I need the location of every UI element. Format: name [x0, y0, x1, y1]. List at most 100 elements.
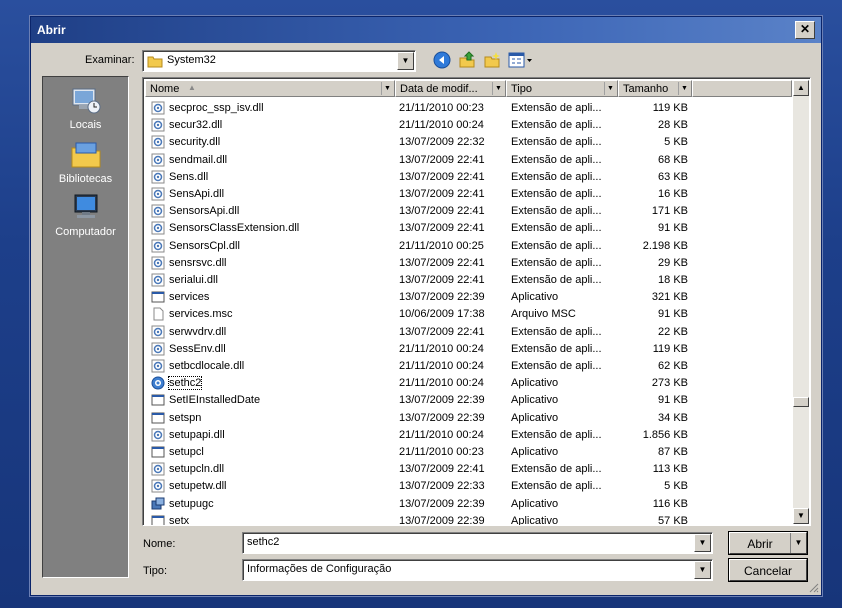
- file-name: SensorsCpl.dll: [169, 239, 240, 252]
- file-row[interactable]: sethc2 21/11/2010 00:24 Aplicativo 273 KB: [145, 375, 795, 392]
- file-row[interactable]: secproc_ssp_isv.dll 21/11/2010 00:23 Exten…: [145, 100, 795, 117]
- file-row[interactable]: SensApi.dll 13/07/2009 22:41 Extensão de a…: [145, 186, 795, 203]
- filename-combo[interactable]: sethc2 ▼: [242, 532, 713, 554]
- place-computer[interactable]: Computador: [43, 192, 128, 238]
- filetype-combo[interactable]: Informações de Configuração ▼: [242, 559, 713, 581]
- column-header-name[interactable]: Nome ▲ ▼: [145, 80, 395, 97]
- file-size: 28 KB: [658, 119, 688, 132]
- places-bar: Locais Bibliotecas Computador: [42, 76, 129, 578]
- file-size: 29 KB: [658, 256, 688, 269]
- setup-icon: [151, 497, 165, 510]
- file-size: 321 KB: [651, 291, 688, 304]
- file-row[interactable]: setupcl 21/11/2010 00:23 Aplicativo 87 KB: [145, 444, 795, 461]
- file-date: 13/07/2009 22:39: [399, 291, 485, 304]
- dll-file-icon: [151, 428, 165, 442]
- dialog-title: Abrir: [37, 23, 66, 37]
- file-row[interactable]: Sens.dll 13/07/2009 22:41 Extensão de apli…: [145, 169, 795, 186]
- file-row[interactable]: setx 13/07/2009 22:39 Aplicativo 57 KB: [145, 513, 795, 526]
- file-name: serwvdrv.dll: [169, 325, 227, 338]
- file-row[interactable]: setupugc 13/07/2009 22:39 Aplicativo 116 KB: [145, 496, 795, 513]
- close-button[interactable]: ✕: [795, 21, 815, 39]
- file-row[interactable]: SetIEInstalledDate 13/07/2009 22:39 Aplica…: [145, 392, 795, 409]
- column-filter-icon[interactable]: ▼: [678, 82, 690, 95]
- file-row[interactable]: sensrsvc.dll 13/07/2009 22:41 Extensão de …: [145, 255, 795, 272]
- scroll-down-button[interactable]: ▼: [793, 508, 809, 524]
- file-row[interactable]: services 13/07/2009 22:39 Aplicativo 321 KB: [145, 289, 795, 306]
- column-header-type[interactable]: Tipo ▼: [506, 80, 618, 97]
- cancel-button[interactable]: Cancelar: [729, 559, 807, 581]
- file-name: SensorsClassExtension.dll: [169, 222, 300, 235]
- vertical-scrollbar[interactable]: ▲ ▼: [793, 80, 809, 524]
- application-icon: [151, 515, 165, 525]
- file-row[interactable]: sendmail.dll 13/07/2009 22:41 Extensão de …: [145, 152, 795, 169]
- title-bar[interactable]: Abrir ✕: [31, 17, 821, 43]
- lookin-combo[interactable]: System32 ▼: [142, 50, 416, 72]
- dll-file-icon: [151, 135, 165, 149]
- column-filter-icon[interactable]: ▼: [492, 82, 504, 95]
- file-row[interactable]: setspn 13/07/2009 22:39 Aplicativo 34 KB: [145, 410, 795, 427]
- file-row[interactable]: SensorsApi.dll 13/07/2009 22:41 Extensão d…: [145, 203, 795, 220]
- dll-file-icon: [151, 118, 165, 132]
- file-row[interactable]: setupetw.dll 13/07/2009 22:33 Extensão de …: [145, 478, 795, 495]
- file-type: Extensão de apli...: [511, 428, 602, 441]
- file-size: 119 KB: [652, 342, 688, 355]
- resize-grip-icon[interactable]: [807, 581, 819, 593]
- file-row[interactable]: SessEnv.dll 21/11/2010 00:24 Extensão de a…: [145, 341, 795, 358]
- ease-of-access-icon: [151, 376, 165, 390]
- file-date: 13/07/2009 22:33: [399, 480, 485, 493]
- file-date: 13/07/2009 22:39: [399, 411, 485, 424]
- lookin-label: Examinar:: [85, 54, 135, 66]
- place-libraries[interactable]: Bibliotecas: [43, 139, 128, 185]
- file-size: 273 KB: [651, 377, 688, 390]
- file-date: 21/11/2010 00:24: [399, 377, 484, 390]
- file-row[interactable]: secur32.dll 21/11/2010 00:24 Extensão de a…: [145, 117, 795, 134]
- back-icon[interactable]: [433, 51, 451, 69]
- chevron-down-icon[interactable]: ▼: [397, 52, 414, 70]
- file-size: 5 KB: [664, 480, 688, 493]
- chevron-down-icon[interactable]: ▼: [694, 534, 711, 552]
- place-recent[interactable]: Locais: [43, 85, 128, 131]
- open-button[interactable]: Abrir ▼: [729, 532, 807, 554]
- computer-icon: [74, 194, 97, 218]
- filename-input[interactable]: sethc2: [247, 536, 279, 548]
- view-menu-icon[interactable]: [508, 51, 534, 69]
- file-row[interactable]: setbcdlocale.dll 21/11/2010 00:24 Extensão…: [145, 358, 795, 375]
- column-header-filler: [692, 80, 792, 97]
- up-folder-icon[interactable]: [458, 51, 476, 69]
- file-name: setspn: [169, 411, 202, 424]
- column-filter-icon[interactable]: ▼: [381, 82, 393, 95]
- file-type: Extensão de apli...: [511, 360, 602, 372]
- file-row[interactable]: serwvdrv.dll 13/07/2009 22:41 Extensão de …: [145, 324, 795, 341]
- file-name: setupcln.dll: [169, 463, 225, 476]
- scroll-up-button[interactable]: ▲: [793, 80, 809, 96]
- file-type: Extensão de apli...: [511, 274, 602, 286]
- file-date: 13/07/2009 22:39: [399, 514, 485, 526]
- dll-file-icon: [151, 239, 165, 253]
- column-header-label: Tipo: [511, 83, 532, 95]
- new-folder-icon[interactable]: [483, 51, 501, 69]
- column-filter-icon[interactable]: ▼: [604, 82, 616, 95]
- column-header-label: Data de modif...: [400, 83, 478, 95]
- file-row[interactable]: SensorsClassExtension.dll 13/07/2009 22:4…: [145, 220, 795, 237]
- file-date: 13/07/2009 22:41: [399, 463, 485, 476]
- file-row[interactable]: serialui.dll 13/07/2009 22:41 Extensão de …: [145, 272, 795, 289]
- file-list[interactable]: Nome ▲ ▼ Data de modif... ▼ Tipo ▼ Taman…: [142, 77, 811, 526]
- dll-file-icon: [151, 359, 165, 373]
- file-row[interactable]: services.msc 10/06/2009 17:38 Arquivo MSC 9…: [145, 306, 795, 323]
- document-icon: [153, 307, 164, 321]
- column-header-date[interactable]: Data de modif... ▼: [395, 80, 506, 97]
- cancel-button-label: Cancelar: [743, 564, 793, 578]
- chevron-down-icon[interactable]: ▼: [694, 561, 711, 579]
- file-date: 13/07/2009 22:39: [399, 497, 485, 510]
- file-row[interactable]: SensorsCpl.dll 21/11/2010 00:25 Extensão d…: [145, 238, 795, 255]
- file-name: setupugc: [169, 497, 214, 510]
- file-date: 13/07/2009 22:41: [399, 325, 485, 338]
- file-row[interactable]: setupapi.dll 21/11/2010 00:24 Extensão de …: [145, 427, 795, 444]
- file-row[interactable]: setupcln.dll 13/07/2009 22:41 Extensão de …: [145, 461, 795, 478]
- file-row[interactable]: security.dll 13/07/2009 22:32 Extensão de …: [145, 134, 795, 151]
- scrollbar-thumb[interactable]: [793, 397, 809, 407]
- file-name: serialui.dll: [169, 274, 218, 286]
- application-icon: [151, 412, 165, 424]
- column-header-size[interactable]: Tamanho ▼: [618, 80, 692, 97]
- chevron-down-icon[interactable]: ▼: [790, 533, 806, 553]
